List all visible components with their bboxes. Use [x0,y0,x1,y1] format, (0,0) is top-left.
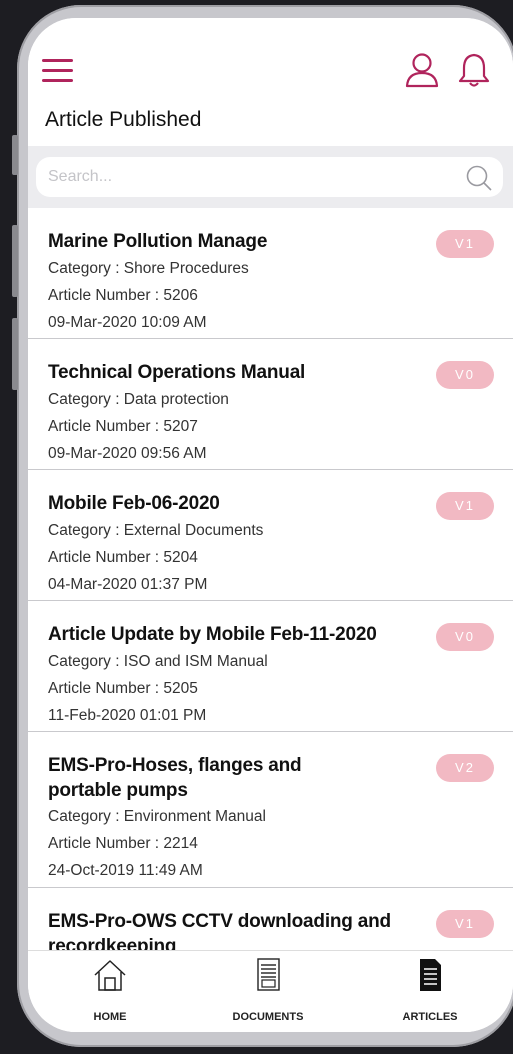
article-number: Article Number : 5207 [48,418,198,435]
version-badge: V0 [436,361,494,389]
version-badge: V1 [436,910,494,938]
tab-articles-label: ARTICLES [402,1011,458,1023]
tab-home-label: HOME [93,1011,127,1023]
article-date: 09-Mar-2020 09:56 AM [48,445,207,462]
version-badge: V0 [436,623,494,651]
side-button-mute [12,135,18,175]
article-title: Article Update by Mobile Feb-11-2020 [48,624,377,645]
article-number: Article Number : 5206 [48,287,198,304]
hamburger-menu-icon[interactable] [42,59,74,83]
article-number: Article Number : 2214 [48,835,198,852]
tab-documents[interactable]: DOCUMENTS [208,951,328,1032]
article-category: Category : Environment Manual [48,808,266,825]
bottom-tab-bar: HOME DOCUMENTS ARTICLES [28,950,513,1032]
article-title: Marine Pollution Manage [48,231,268,252]
article-category: Category : Shore Procedures [48,260,249,277]
article-title: EMS-Pro-OWS CCTV downloading and recordk… [48,911,391,950]
article-list: Marine Pollution Manage V1 Category : Sh… [28,208,513,950]
articles-icon [420,959,441,991]
article-title: Technical Operations Manual [48,362,306,383]
tab-documents-label: DOCUMENTS [232,1011,304,1023]
article-category: Category : Data protection [48,391,229,408]
tab-home[interactable]: HOME [50,951,170,1032]
side-button-volume-down [12,318,18,390]
article-number: Article Number : 5204 [48,549,198,566]
article-date: 24-Oct-2019 11:49 AM [48,862,203,879]
tab-articles[interactable]: ARTICLES [370,951,490,1032]
page-title: Article Published [45,108,202,131]
article-item[interactable]: Article Update by Mobile Feb-11-2020 V0 … [28,601,513,732]
home-icon [94,960,126,991]
side-button-volume-up [12,225,18,297]
article-item[interactable]: EMS-Pro-Hoses, flanges and portable pump… [28,732,513,888]
version-badge: V1 [436,230,494,258]
article-item[interactable]: Marine Pollution Manage V1 Category : Sh… [28,208,513,339]
article-item[interactable]: Mobile Feb-06-2020 V1 Category : Externa… [28,470,513,601]
article-item[interactable]: Technical Operations Manual V0 Category … [28,339,513,470]
article-date: 11-Feb-2020 01:01 PM [48,707,207,724]
documents-icon [257,958,280,991]
article-item[interactable]: EMS-Pro-OWS CCTV downloading and recordk… [28,888,513,950]
user-profile-icon[interactable] [404,52,440,88]
app-header: Article Published [28,18,513,208]
article-category: Category : ISO and ISM Manual [48,653,268,670]
search-input[interactable] [36,157,503,197]
search-icon[interactable] [465,164,493,192]
app-screen: Article Published Marine Pollution Manag… [28,18,513,1032]
article-title: Mobile Feb-06-2020 [48,493,220,514]
article-category: Category : External Documents [48,522,264,539]
article-title: EMS-Pro-Hoses, flanges and portable pump… [48,755,302,801]
article-number: Article Number : 5205 [48,680,198,697]
article-date: 09-Mar-2020 10:09 AM [48,314,207,331]
version-badge: V1 [436,492,494,520]
notification-bell-icon[interactable] [458,52,490,88]
article-date: 04-Mar-2020 01:37 PM [48,576,208,593]
version-badge: V2 [436,754,494,782]
